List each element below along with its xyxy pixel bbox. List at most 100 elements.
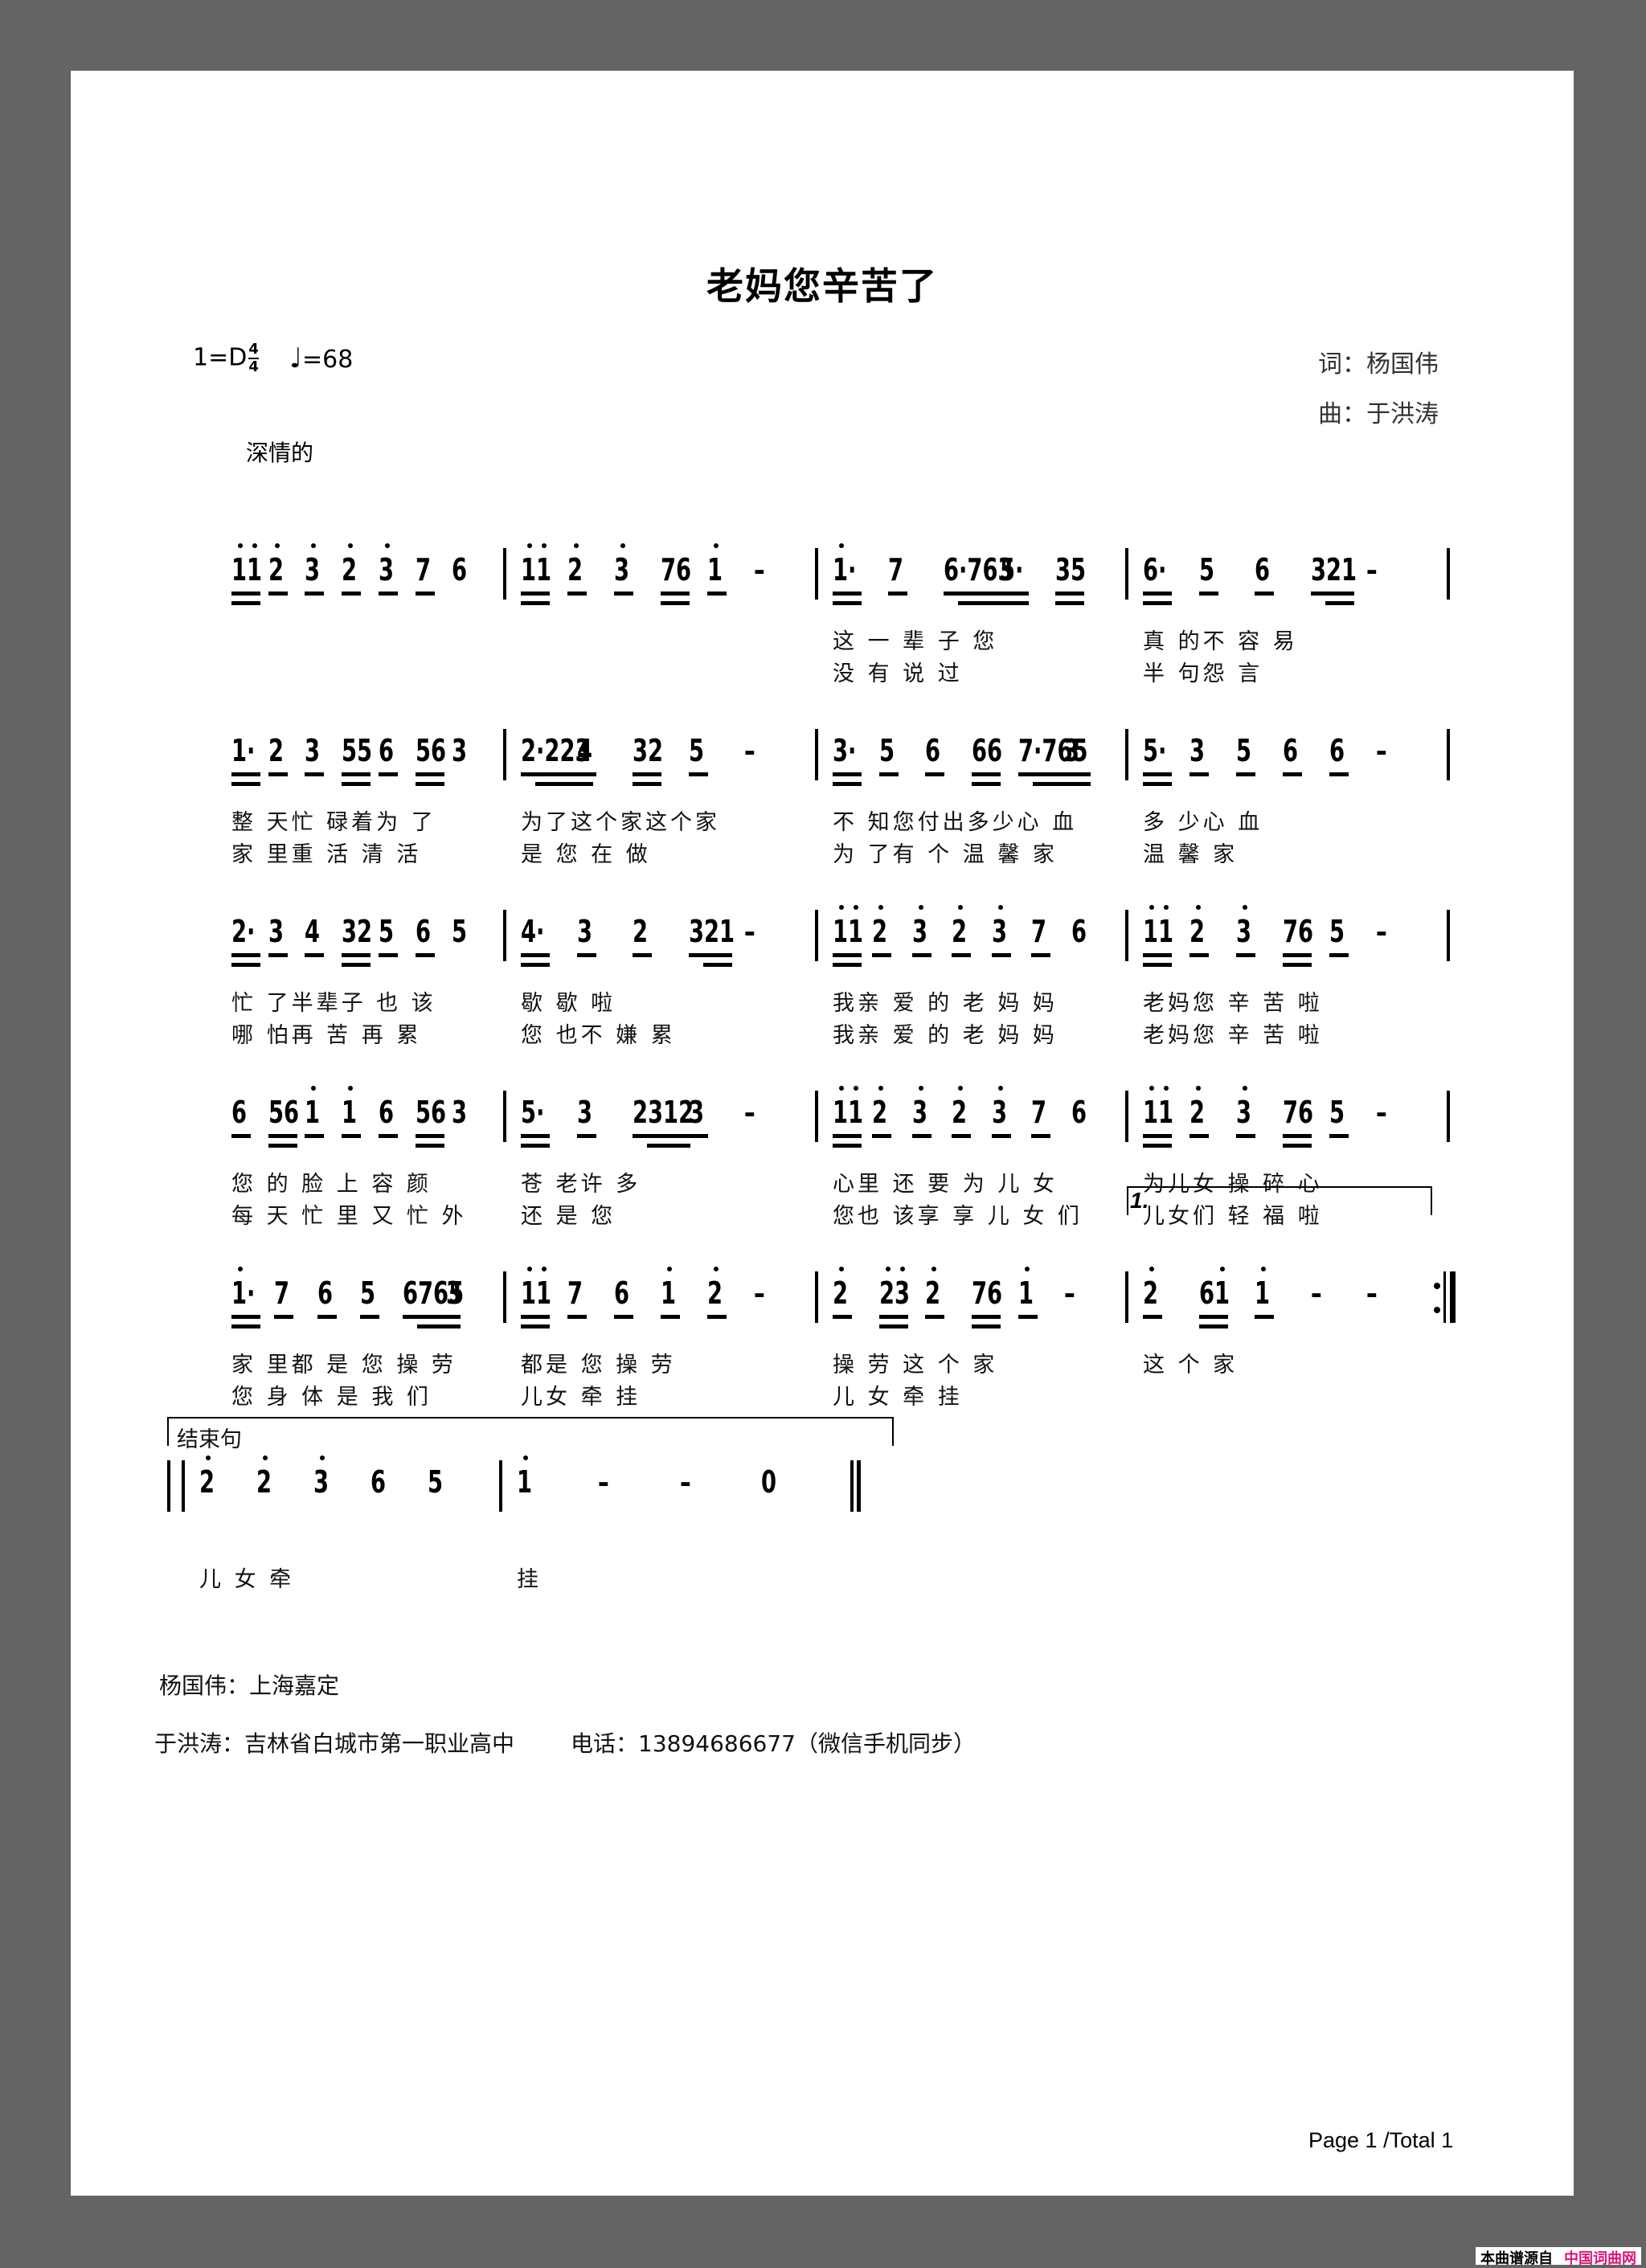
high-octave-dot	[620, 543, 625, 548]
note: 5·	[999, 552, 1024, 587]
tempo-value: =68	[302, 346, 354, 374]
eighth-beam	[1031, 953, 1051, 957]
note: 5	[378, 914, 394, 949]
eighth-beam	[925, 1315, 945, 1319]
eighth-beam	[521, 1315, 550, 1319]
sixteenth-beam	[999, 601, 1029, 605]
eighth-beam	[1143, 1134, 1172, 1138]
note: 2	[707, 1275, 723, 1311]
high-octave-dot	[932, 1267, 937, 1271]
source-site-link[interactable]: 中国词曲网	[1564, 2250, 1636, 2267]
eighth-beam	[268, 772, 288, 776]
eighth-beam	[878, 1315, 908, 1319]
note: 3	[445, 1275, 461, 1311]
eighth-beam	[231, 592, 260, 596]
bar-line	[1447, 910, 1450, 961]
eighth-beam	[1283, 953, 1312, 957]
high-octave-dot	[878, 905, 884, 910]
note: 2	[567, 552, 583, 587]
note: 2	[872, 1095, 888, 1130]
high-octave-dot	[384, 543, 390, 548]
note: 0	[760, 1464, 776, 1500]
volta-bracket	[1127, 1186, 1432, 1215]
eighth-beam	[378, 592, 398, 596]
note: 6	[231, 1095, 248, 1130]
eighth-beam	[1236, 953, 1255, 957]
note: 11	[1143, 914, 1174, 949]
note: 4	[305, 914, 321, 949]
high-octave-dot	[958, 905, 964, 910]
eighth-beam	[1189, 1134, 1209, 1138]
note: 7	[1031, 1095, 1047, 1130]
high-octave-dot	[854, 1086, 858, 1091]
note: 3	[576, 1095, 592, 1130]
sixteenth-beam	[833, 1144, 862, 1148]
eighth-beam	[911, 1134, 932, 1138]
high-octave-dot	[238, 1267, 243, 1271]
note: 6	[614, 1275, 630, 1311]
high-octave-dot	[348, 543, 354, 548]
eighth-beam	[576, 953, 596, 957]
eighth-beam	[633, 1134, 691, 1138]
high-octave-dot	[839, 543, 844, 548]
note: 5·	[1143, 733, 1167, 768]
note: 3	[688, 1095, 704, 1130]
eighth-beam	[268, 953, 288, 957]
note: 4·	[521, 914, 545, 949]
note: 3	[452, 733, 468, 768]
lyric-verse-1: 整 天忙 碌着为 了	[231, 810, 436, 835]
note: 3	[1064, 733, 1080, 768]
eighth-beam	[415, 772, 444, 776]
eighth-beam	[576, 1134, 596, 1138]
high-octave-dot	[1219, 1267, 1225, 1271]
eighth-beam	[342, 592, 362, 596]
source-badge[interactable]: 本曲谱源自 中国词曲网	[1476, 2247, 1641, 2267]
time-bottom: 4	[248, 358, 259, 375]
note: 5	[878, 733, 895, 768]
dash-extension: –	[744, 1095, 756, 1130]
sixteenth-beam	[1143, 601, 1172, 605]
note: 7	[274, 1275, 290, 1311]
high-octave-dot	[918, 905, 923, 910]
high-octave-dot	[527, 1267, 532, 1271]
bar-line	[815, 1091, 818, 1142]
bar-line	[503, 729, 506, 780]
eighth-beam	[1198, 592, 1218, 596]
eighth-beam	[305, 1134, 325, 1138]
high-octave-dot	[958, 1086, 964, 1091]
score-page: 老妈您辛苦了 1=D 4 4 ♩=68 词：杨国伟 曲：于洪涛 深情的 11 2 3 2 3…	[71, 71, 1574, 2196]
bar-line	[1447, 548, 1450, 600]
note: 321	[1310, 552, 1357, 587]
sixteenth-beam	[521, 1144, 550, 1148]
lyric-verse-2: 温 馨 家	[1143, 842, 1239, 867]
sixteenth-beam	[342, 782, 371, 786]
lyricist-credit: 词：杨国伟	[1318, 350, 1439, 379]
eighth-beam	[1255, 592, 1275, 596]
sixteenth-beam	[878, 1324, 908, 1328]
dash-extension: –	[598, 1464, 609, 1500]
note: 11	[1143, 1095, 1174, 1130]
sixteenth-beam	[231, 782, 260, 786]
bar-line	[503, 548, 506, 600]
eighth-beam	[633, 772, 662, 776]
bar-line	[1447, 1091, 1450, 1142]
eighth-beam	[999, 592, 1029, 596]
sixteenth-beam	[833, 601, 862, 605]
eighth-beam	[1054, 592, 1084, 596]
lyric-verse-1: 苍 老许 多	[521, 1172, 641, 1197]
high-octave-dot	[238, 543, 243, 548]
note: 76	[661, 552, 692, 587]
eighth-beam	[991, 953, 1011, 957]
eighth-beam	[1283, 1134, 1312, 1138]
bar-line	[815, 729, 818, 780]
bar-line	[1125, 1271, 1128, 1323]
dash-extension: –	[1376, 1095, 1387, 1130]
note: 2	[199, 1464, 215, 1500]
note: 2	[342, 552, 358, 587]
note: 5	[452, 914, 468, 949]
high-octave-dot	[885, 1267, 891, 1271]
high-octave-dot	[839, 1267, 844, 1271]
dash-extension: –	[1366, 1275, 1378, 1311]
lyric-verse-2: 老妈您 辛 苦 啦	[1143, 1023, 1323, 1048]
tempo-marking: ♩=68	[289, 342, 353, 375]
